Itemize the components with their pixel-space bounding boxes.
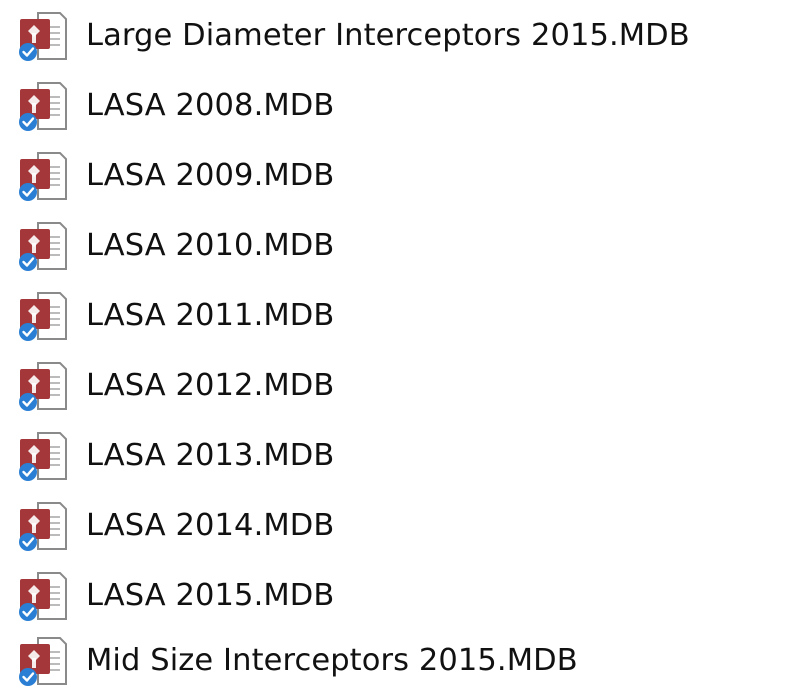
access-database-icon (16, 9, 70, 63)
file-name: LASA 2015.MDB (86, 577, 335, 613)
file-list: Large Diameter Interceptors 2015.MDB LAS… (0, 0, 807, 694)
file-item[interactable]: LASA 2015.MDB (0, 565, 807, 627)
access-database-icon (16, 149, 70, 203)
access-database-icon (16, 499, 70, 553)
file-name: LASA 2011.MDB (86, 297, 335, 333)
file-item[interactable]: LASA 2010.MDB (0, 215, 807, 277)
file-name: LASA 2012.MDB (86, 367, 335, 403)
file-item[interactable]: Mid Size Interceptors 2015.MDB (0, 630, 807, 692)
file-item[interactable]: LASA 2011.MDB (0, 285, 807, 347)
file-name: LASA 2013.MDB (86, 437, 335, 473)
access-database-icon (16, 634, 70, 688)
access-database-icon (16, 79, 70, 133)
file-item[interactable]: LASA 2013.MDB (0, 425, 807, 487)
access-database-icon (16, 569, 70, 623)
file-item[interactable]: LASA 2008.MDB (0, 75, 807, 137)
file-name: LASA 2010.MDB (86, 227, 335, 263)
access-database-icon (16, 219, 70, 273)
file-name: LASA 2009.MDB (86, 157, 335, 193)
file-item[interactable]: LASA 2009.MDB (0, 145, 807, 207)
file-name: Large Diameter Interceptors 2015.MDB (86, 17, 690, 53)
access-database-icon (16, 359, 70, 413)
file-name: LASA 2014.MDB (86, 507, 335, 543)
file-item[interactable]: LASA 2012.MDB (0, 355, 807, 417)
file-name: LASA 2008.MDB (86, 87, 335, 123)
access-database-icon (16, 289, 70, 343)
file-item[interactable]: Large Diameter Interceptors 2015.MDB (0, 5, 807, 67)
file-item[interactable]: LASA 2014.MDB (0, 495, 807, 557)
access-database-icon (16, 429, 70, 483)
file-name: Mid Size Interceptors 2015.MDB (86, 642, 578, 678)
